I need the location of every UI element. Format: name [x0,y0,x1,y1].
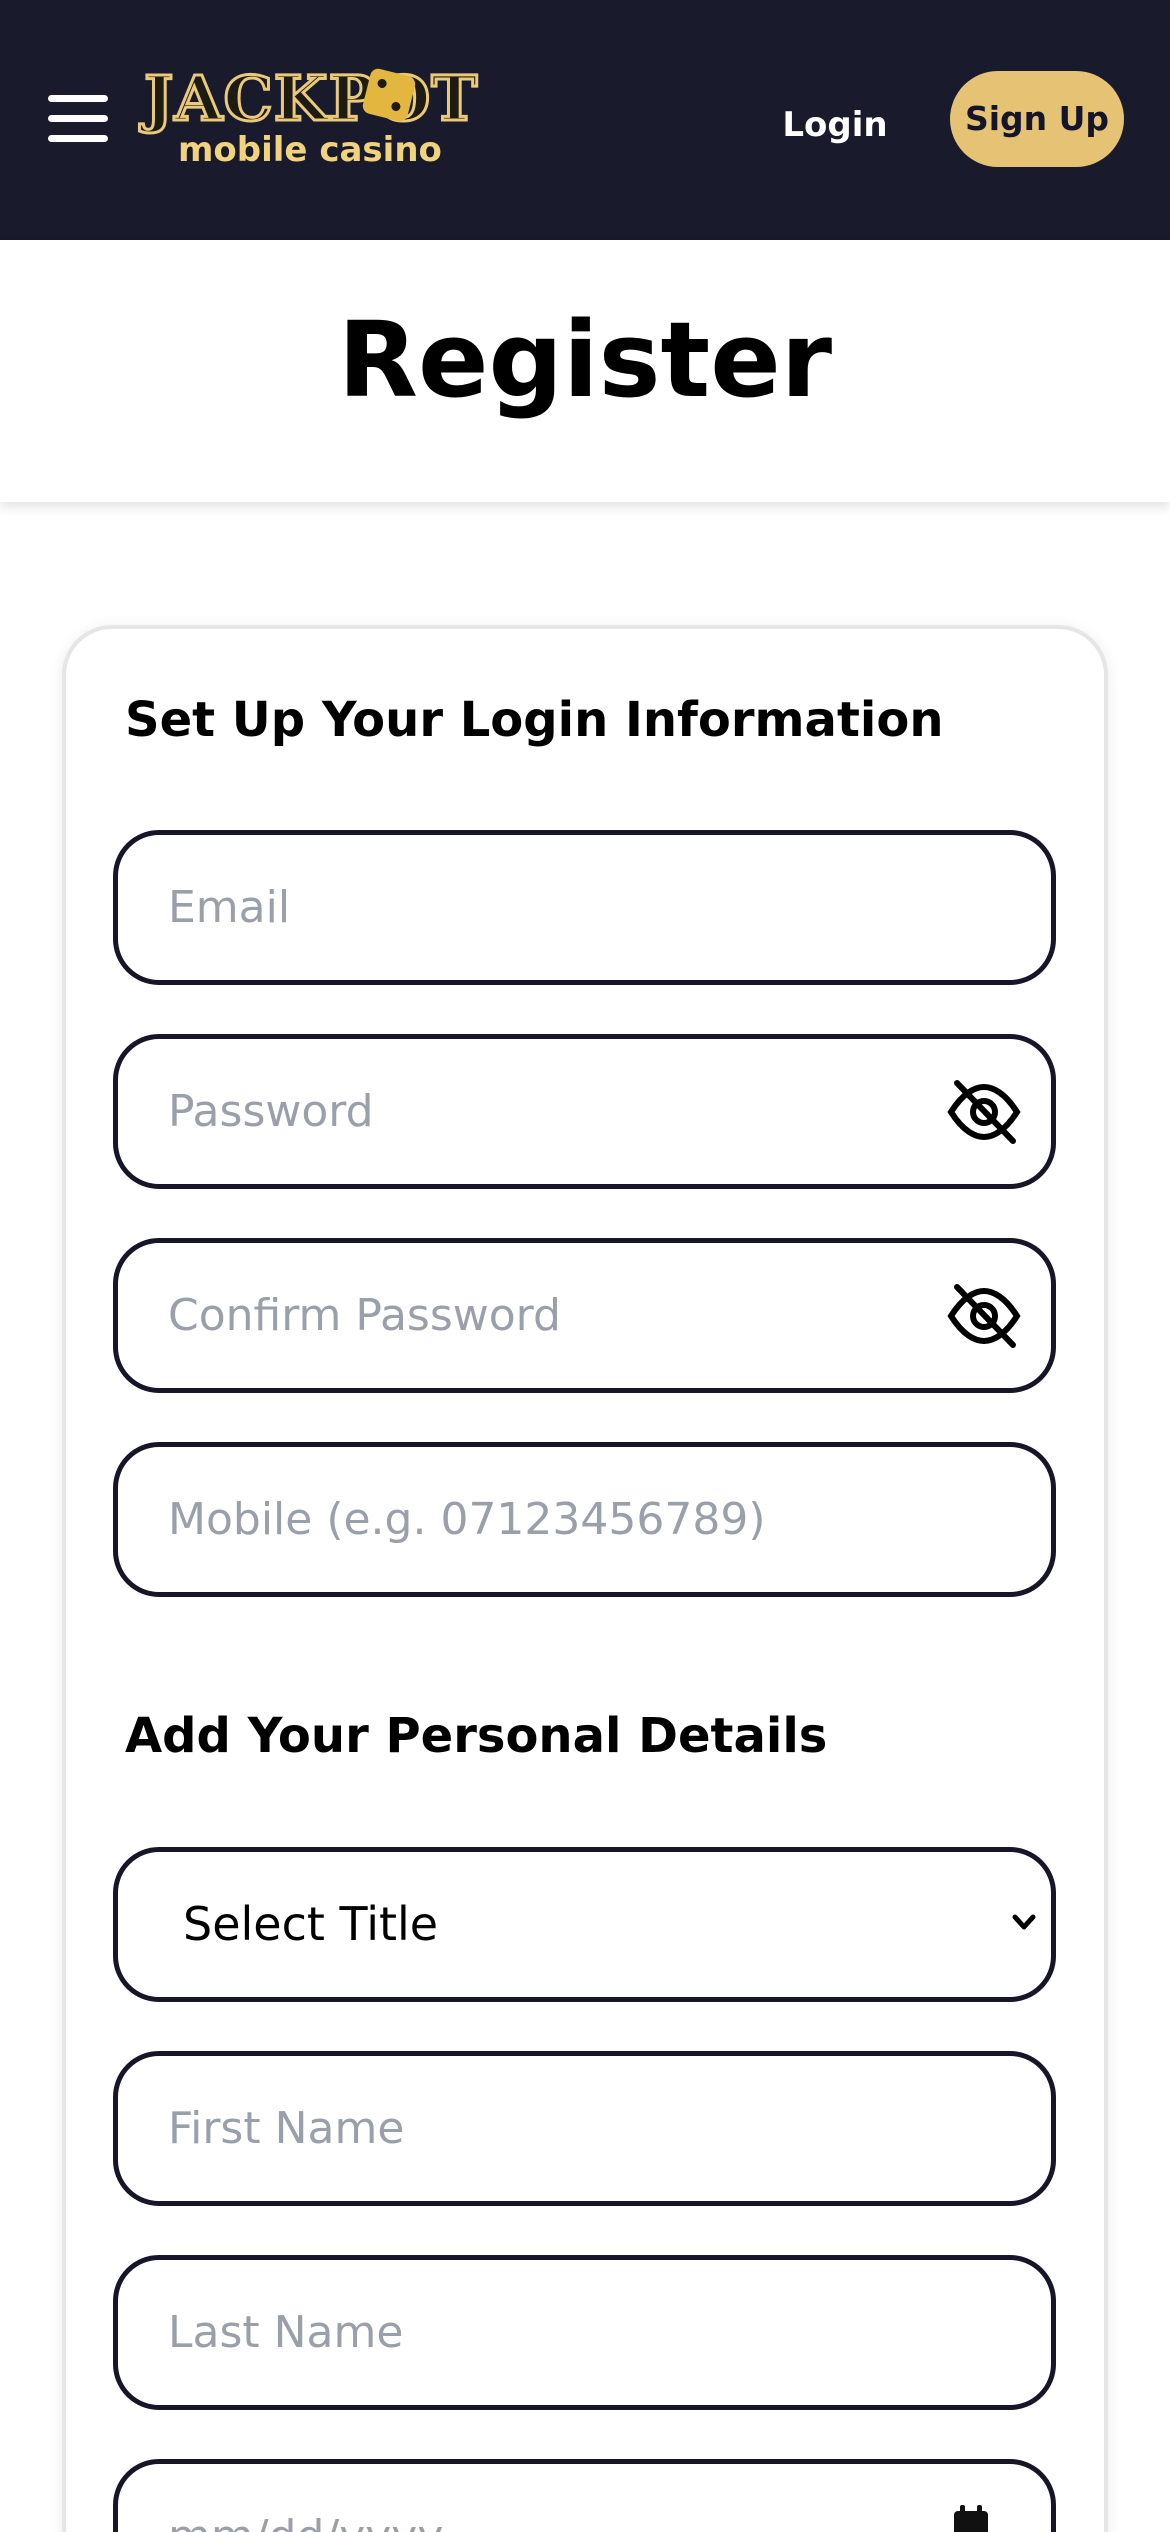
title-select-value: Select Title [183,1897,439,1951]
confirm-password-field[interactable] [113,1238,1056,1393]
password-field[interactable] [113,1034,1056,1189]
title-band: Register [0,240,1170,502]
date-of-birth-input[interactable] [168,2464,948,2532]
chevron-down-icon [1012,1914,1036,1930]
mobile-field[interactable] [113,1442,1056,1597]
hamburger-menu-icon[interactable] [48,95,108,143]
eye-slash-icon[interactable] [947,1079,1021,1145]
login-link[interactable]: Login [780,100,890,150]
calendar-icon[interactable] [951,2504,991,2532]
first-name-field[interactable] [113,2051,1056,2206]
email-field[interactable] [113,830,1056,985]
date-of-birth-field[interactable] [113,2459,1056,2532]
last-name-field[interactable] [113,2255,1056,2410]
jackpot-logo[interactable]: JACKPOT mobile casino [140,64,478,176]
email-input[interactable] [168,835,948,980]
logo-subtitle: mobile casino [178,130,442,170]
title-select[interactable]: Select Title [113,1847,1056,2002]
password-input[interactable] [168,1039,948,1184]
page-title: Register [337,299,833,421]
mobile-input[interactable] [168,1447,948,1592]
sign-up-button[interactable]: Sign Up [950,71,1124,167]
logo-wordmark: JACKPOT [142,62,479,135]
top-nav-bar: JACKPOT mobile casino Login Sign Up [0,0,1170,240]
last-name-input[interactable] [168,2260,948,2405]
first-name-input[interactable] [168,2056,948,2201]
confirm-password-input[interactable] [168,1243,948,1388]
personal-details-heading: Add Your Personal Details [125,1708,828,1764]
login-info-heading: Set Up Your Login Information [125,692,944,748]
eye-slash-icon[interactable] [947,1283,1021,1349]
